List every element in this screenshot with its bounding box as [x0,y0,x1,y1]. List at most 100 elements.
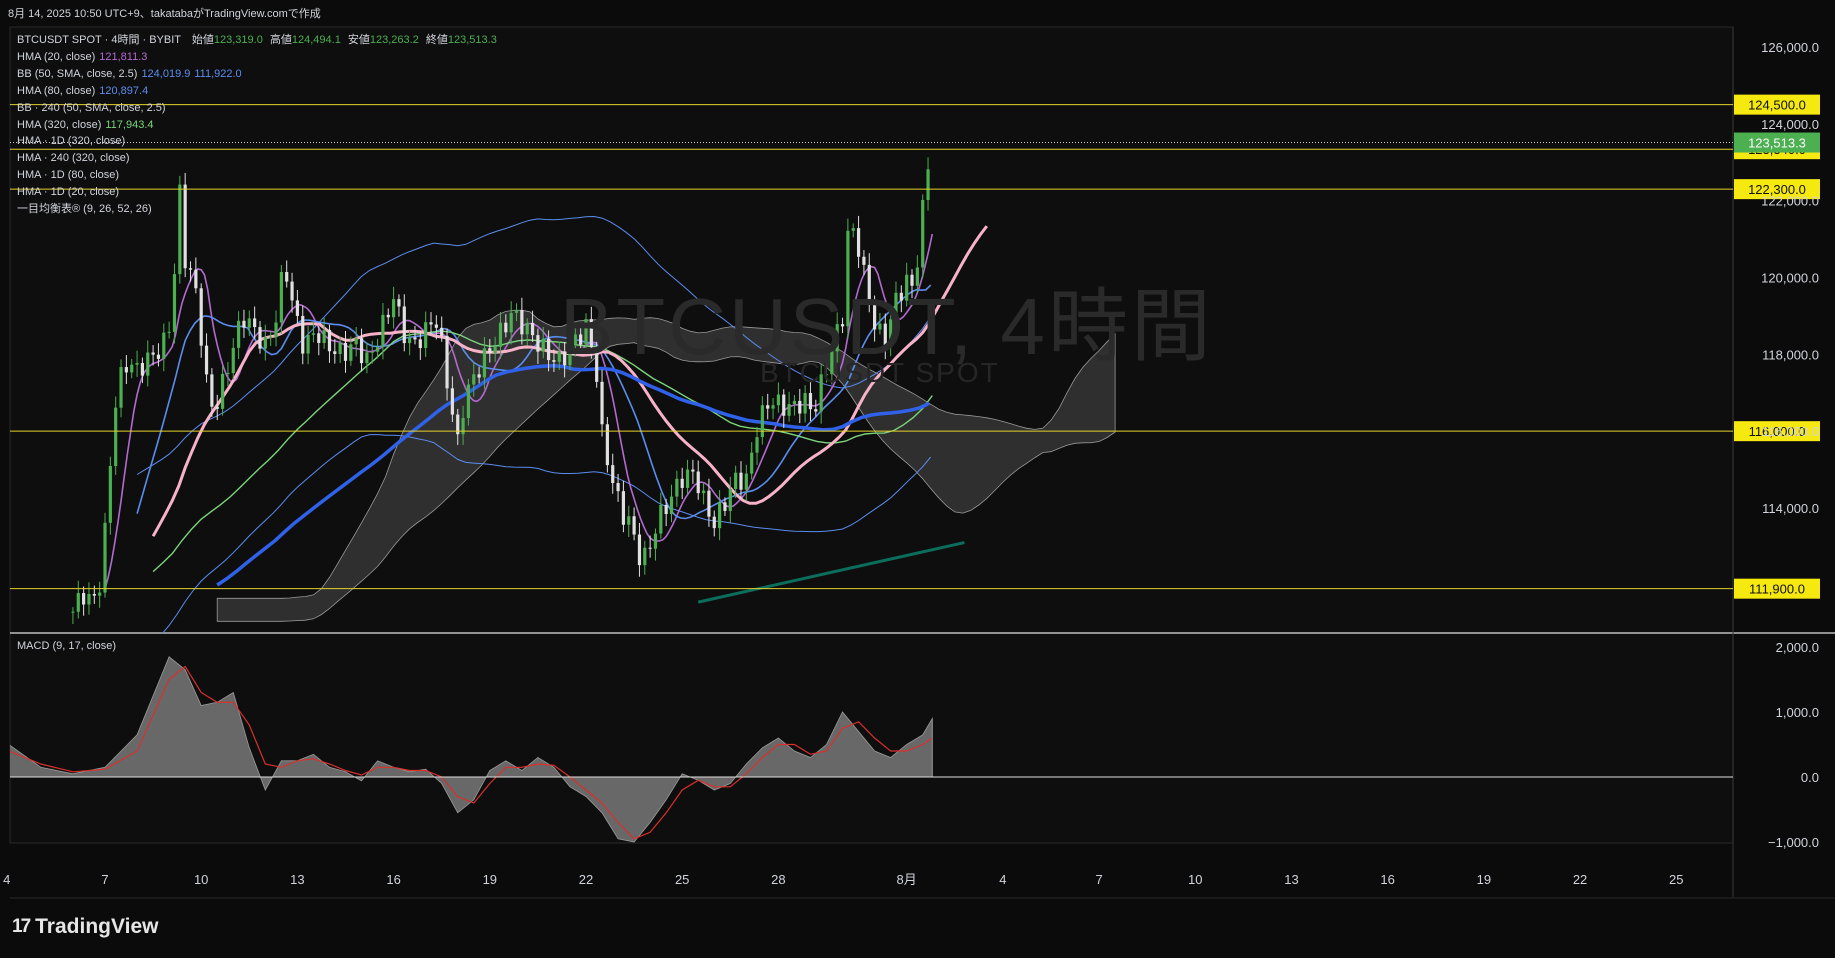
candle-body [493,346,497,354]
candle-body [204,345,209,375]
candle-body [498,322,503,347]
legend-label: HMA · 1D (320, close) [17,135,126,148]
candle-body [226,373,230,375]
candle-body [108,466,112,523]
macd-axis-tick-label: 2,000.0 [1776,640,1819,655]
time-axis-tick-label: 22 [1573,872,1587,887]
legend-row[interactable]: HMA · 240 (320, close) [17,150,497,167]
symbol-info[interactable]: BTCUSDT SPOT · 4時間 · BYBIT 始値123,319.0 高… [17,32,497,49]
candle-body [413,337,417,340]
candle-body [771,405,775,409]
legend-label: 一目均衡表® (9, 26, 52, 26) [17,203,152,216]
candle-body [632,516,636,535]
legend-row[interactable]: HMA · 1D (320, close) [17,133,497,150]
close-label: 終値 [425,34,448,46]
open-label: 始値 [191,34,214,46]
legend-row[interactable]: HMA (320, close) 117,943.4 [17,117,497,134]
candle-body [766,405,770,409]
candle-body [333,351,337,355]
candle-body [151,352,155,355]
candle-body [295,300,299,316]
candle-body [434,324,438,328]
candle-body [691,469,695,472]
time-axis-tick-label: 28 [771,872,785,887]
candle-body [664,504,668,515]
candle-body [172,274,177,332]
candle-body [290,281,294,301]
chart-header: 8月 14, 2025 10:50 UTC+9、takatabaがTrading… [8,5,321,21]
time-axis-tick-label: 4 [999,872,1006,887]
price-axis-tick-label: 116,000.0 [1762,424,1819,439]
candle-body [429,322,433,325]
candle-body [135,362,139,365]
legend-row[interactable]: BB · 240 (50, SMA, close, 2.5) [17,100,497,117]
time-axis-tick-label: 7 [1095,872,1102,887]
candle-body [322,329,326,343]
candle-body [269,336,273,338]
legend-label: HMA · 240 (320, close) [17,152,130,165]
candle-body [354,338,358,345]
candle-body [643,547,647,566]
legend-row[interactable]: HMA · 1D (80, close) [17,167,497,184]
macd-label[interactable]: MACD (9, 17, close) [17,640,116,652]
legend-row[interactable]: 一目均衡表® (9, 26, 52, 26) [17,201,497,218]
macd-axis-tick-label: −1,000.0 [1768,835,1819,850]
candle-body [162,332,166,359]
candle-body [327,329,332,352]
candle-body [311,333,316,335]
last-price-label: 123,513.3 [1748,136,1806,151]
legend-row[interactable]: BB (50, SMA, close, 2.5) 124,019.9 111,922… [17,66,497,83]
candle-body [359,338,364,364]
candle-body [712,516,716,529]
legend-row[interactable]: HMA (80, close) 120,897.4 [17,83,497,100]
candle-body [536,335,540,352]
candle-body [103,522,107,593]
candle-body [119,367,123,408]
candle-body [921,199,925,268]
candle-body [798,400,802,414]
tradingview-brand[interactable]: 17 TradingView [12,915,158,939]
price-axis-tick-label: 126,000.0 [1761,40,1819,55]
time-axis-tick-label: 7 [101,872,108,887]
candle-body [140,362,145,376]
time-axis-tick-label: 19 [483,872,497,887]
candle-body [274,322,278,337]
price-axis-tick-label: 114,000.0 [1762,501,1819,516]
candle-body [418,339,422,349]
candle-body [349,344,353,361]
time-axis-tick-label: 25 [1669,872,1683,887]
time-axis-tick-label: 22 [579,872,593,887]
candle-body [279,272,283,323]
candle-body [472,374,476,385]
legend-row[interactable]: HMA (20, close) 121,811.3 [17,49,497,66]
candle-body [669,496,674,515]
time-axis-tick-label: 16 [386,872,400,887]
candle-body [263,336,267,349]
candle-body [87,593,91,605]
high-label: 高値 [269,34,292,46]
candle-body [247,318,251,328]
legend-row[interactable]: HMA · 1D (20, close) [17,184,497,201]
candle-body [343,342,348,361]
candle-body [552,360,556,362]
macd-axis-tick-label: 1,000.0 [1776,705,1819,720]
candle-body [82,593,86,605]
candle-body [776,394,780,406]
high-value: 124,494.1 [291,34,341,46]
candle-body [488,348,492,354]
indicator-legend: BTCUSDT SPOT · 4時間 · BYBIT 始値123,319.0 高… [17,33,497,218]
candle-body [851,228,855,231]
candle-body [739,472,743,490]
candle-body [317,333,321,343]
candle-body [701,490,706,494]
time-axis-tick-label: 16 [1380,872,1394,887]
legend-value: 124,019.9 [141,67,191,80]
candle-body [237,320,241,348]
candle-body [718,502,722,529]
candle-body [648,547,652,549]
legend-label: HMA (80, close) [17,84,96,97]
candle-body [440,327,444,336]
legend-value: 120,897.4 [99,84,149,97]
time-axis-tick-label: 19 [1477,872,1491,887]
candle-body [734,472,738,490]
